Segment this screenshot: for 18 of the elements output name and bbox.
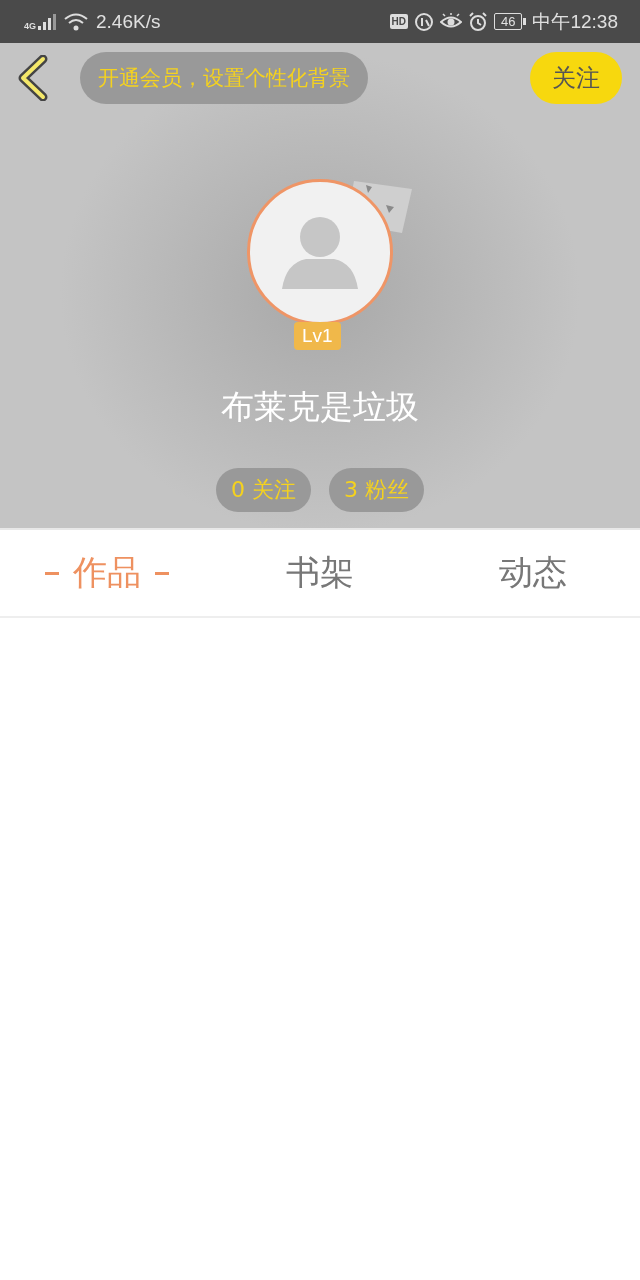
avatar-icon (282, 215, 358, 289)
clock: 中午12:38 (532, 9, 618, 34)
tab[interactable]: 动态 (426, 530, 640, 616)
signal-icon (38, 13, 56, 30)
vip-banner-button[interactable]: 开通会员，设置个性化背景 (80, 52, 368, 104)
username: 布莱克是垃圾 (221, 386, 419, 428)
level-badge: Lv1 (294, 322, 341, 350)
hd-icon: HD (389, 14, 408, 29)
tab[interactable]: 书架 (213, 530, 427, 616)
stat-button[interactable]: 0 关注 (216, 468, 311, 512)
network-speed: 2.46K/s (96, 10, 161, 33)
tab[interactable]: 作品 (0, 530, 214, 616)
follow-button[interactable]: 关注 (530, 52, 622, 104)
alarm-icon (468, 11, 488, 32)
network-type: 4G (24, 20, 36, 31)
stat-button[interactable]: 3 粉丝 (329, 468, 424, 512)
data-saver-icon (414, 11, 434, 32)
wifi-icon (64, 12, 88, 31)
